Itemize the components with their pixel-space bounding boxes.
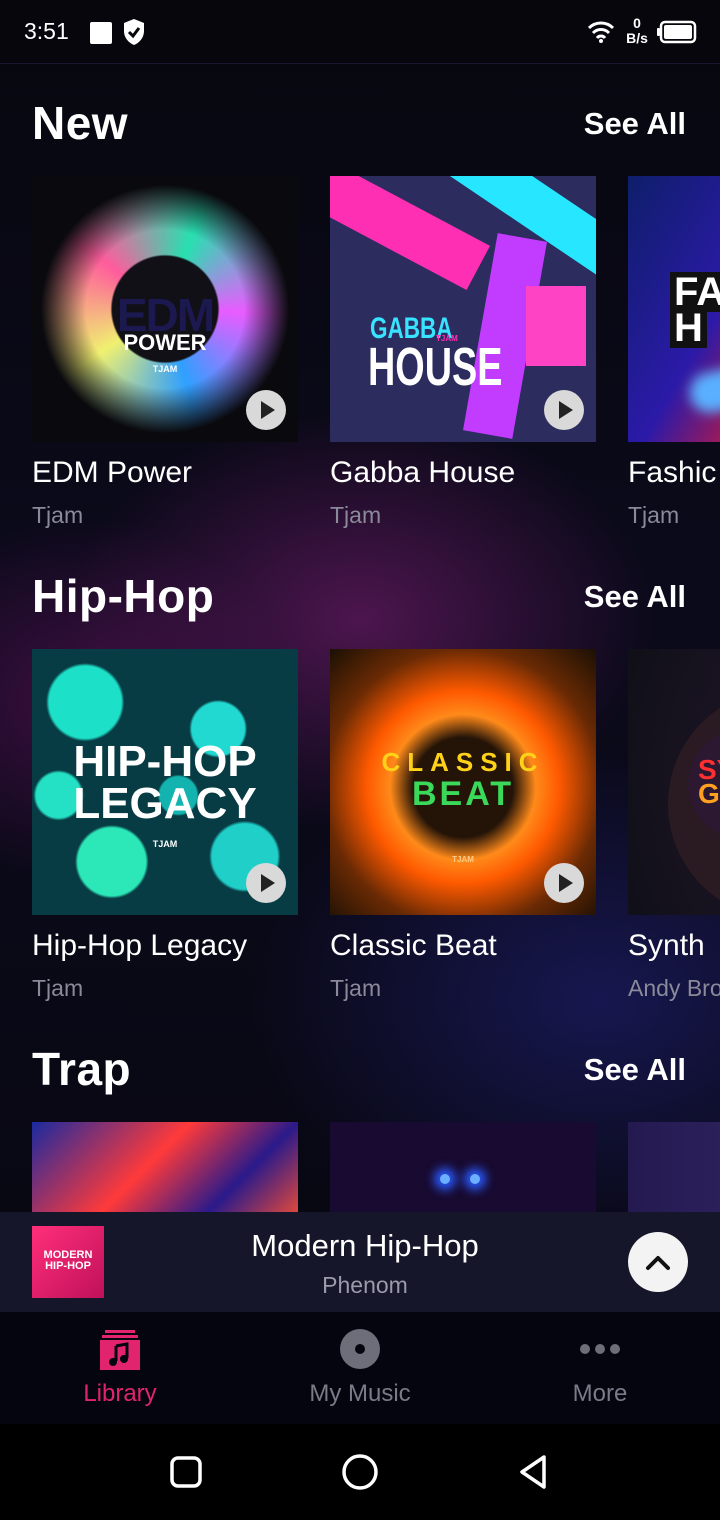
tab-more[interactable]: More — [480, 1312, 720, 1424]
tab-label: Library — [83, 1380, 157, 1407]
play-icon[interactable] — [246, 863, 286, 903]
square-notification-icon — [90, 22, 112, 44]
album-artist: Tjam — [330, 502, 382, 528]
tab-label: More — [572, 1380, 628, 1407]
tab-label: My Music — [309, 1380, 411, 1407]
battery-icon — [657, 20, 697, 44]
now-playing-thumbnail: MODERN HIP-HOP — [32, 1226, 104, 1298]
tab-library[interactable]: Library — [0, 1312, 240, 1424]
play-icon[interactable] — [246, 390, 286, 430]
see-all-button[interactable]: See All — [584, 1052, 686, 1088]
album-title: Hip-Hop Legacy — [32, 929, 248, 962]
network-speed: 0 B/s — [622, 16, 652, 46]
shield-icon — [124, 19, 144, 45]
play-icon[interactable] — [544, 390, 584, 430]
album-art: CLASSIC BEAT TJAM — [330, 649, 596, 915]
tab-my-music[interactable]: My Music — [240, 1312, 480, 1424]
see-all-button[interactable]: See All — [584, 579, 686, 615]
album-art: FA H — [628, 176, 720, 442]
album-artist: Tjam — [32, 502, 84, 528]
mini-player[interactable]: MODERN HIP-HOP Modern Hip-Hop Phenom — [0, 1212, 720, 1312]
now-playing-title: Modern Hip-Hop — [251, 1228, 479, 1263]
album-title: Classic Beat — [330, 929, 497, 962]
status-bar: 3:51 0 B/s — [0, 0, 720, 64]
section-title: Trap — [32, 1043, 132, 1095]
album-art: EDM POWER TJAM — [32, 176, 298, 442]
album-title: Gabba House — [330, 456, 516, 489]
play-icon[interactable] — [544, 863, 584, 903]
album-title: Synth — [628, 929, 705, 962]
album-title: EDM Power — [32, 456, 193, 489]
more-dots-icon — [580, 1344, 620, 1354]
section-hip-hop: Hip-Hop See All HIP-HOP LEGACY TJAM Hip-… — [0, 569, 720, 1009]
section-title: New — [32, 97, 129, 149]
album-title: Fashic — [628, 456, 717, 489]
album-art — [330, 1122, 596, 1212]
album-artist: Tjam — [32, 975, 84, 1001]
section-trap: Trap See All — [0, 1042, 720, 1212]
speed-value: 0 — [633, 15, 641, 31]
home-icon[interactable] — [340, 1452, 380, 1492]
see-all-button[interactable]: See All — [584, 106, 686, 142]
section-new: New See All EDM POWER TJAM EDM Power Tja… — [0, 96, 720, 536]
disc-icon — [340, 1329, 380, 1369]
carousel-new[interactable]: EDM POWER TJAM EDM Power Tjam GABBA TJAM… — [0, 176, 720, 536]
system-navigation-bar — [0, 1424, 720, 1520]
album-art — [32, 1122, 298, 1212]
now-playing-artist: Phenom — [322, 1272, 408, 1298]
back-icon[interactable] — [514, 1452, 554, 1492]
speed-unit: B/s — [626, 30, 648, 46]
album-art: GABBA TJAM HOUSE — [330, 176, 596, 442]
status-time: 3:51 — [24, 18, 69, 44]
recents-icon[interactable] — [166, 1452, 206, 1492]
wifi-icon — [588, 21, 614, 43]
section-title: Hip-Hop — [32, 570, 215, 622]
bottom-tab-bar: Library My Music More — [0, 1312, 720, 1424]
album-art: SY GI — [628, 649, 720, 915]
music-library-icon — [100, 1330, 140, 1370]
album-artist: Andy Bro — [628, 975, 720, 1001]
album-art — [628, 1122, 720, 1212]
carousel-trap[interactable] — [0, 1122, 720, 1212]
chevron-up-icon — [646, 1256, 670, 1270]
album-art: HIP-HOP LEGACY TJAM — [32, 649, 298, 915]
carousel-hip-hop[interactable]: HIP-HOP LEGACY TJAM Hip-Hop Legacy Tjam … — [0, 649, 720, 1009]
expand-player-button[interactable] — [628, 1232, 688, 1292]
album-artist: Tjam — [628, 502, 680, 528]
album-artist: Tjam — [330, 975, 382, 1001]
